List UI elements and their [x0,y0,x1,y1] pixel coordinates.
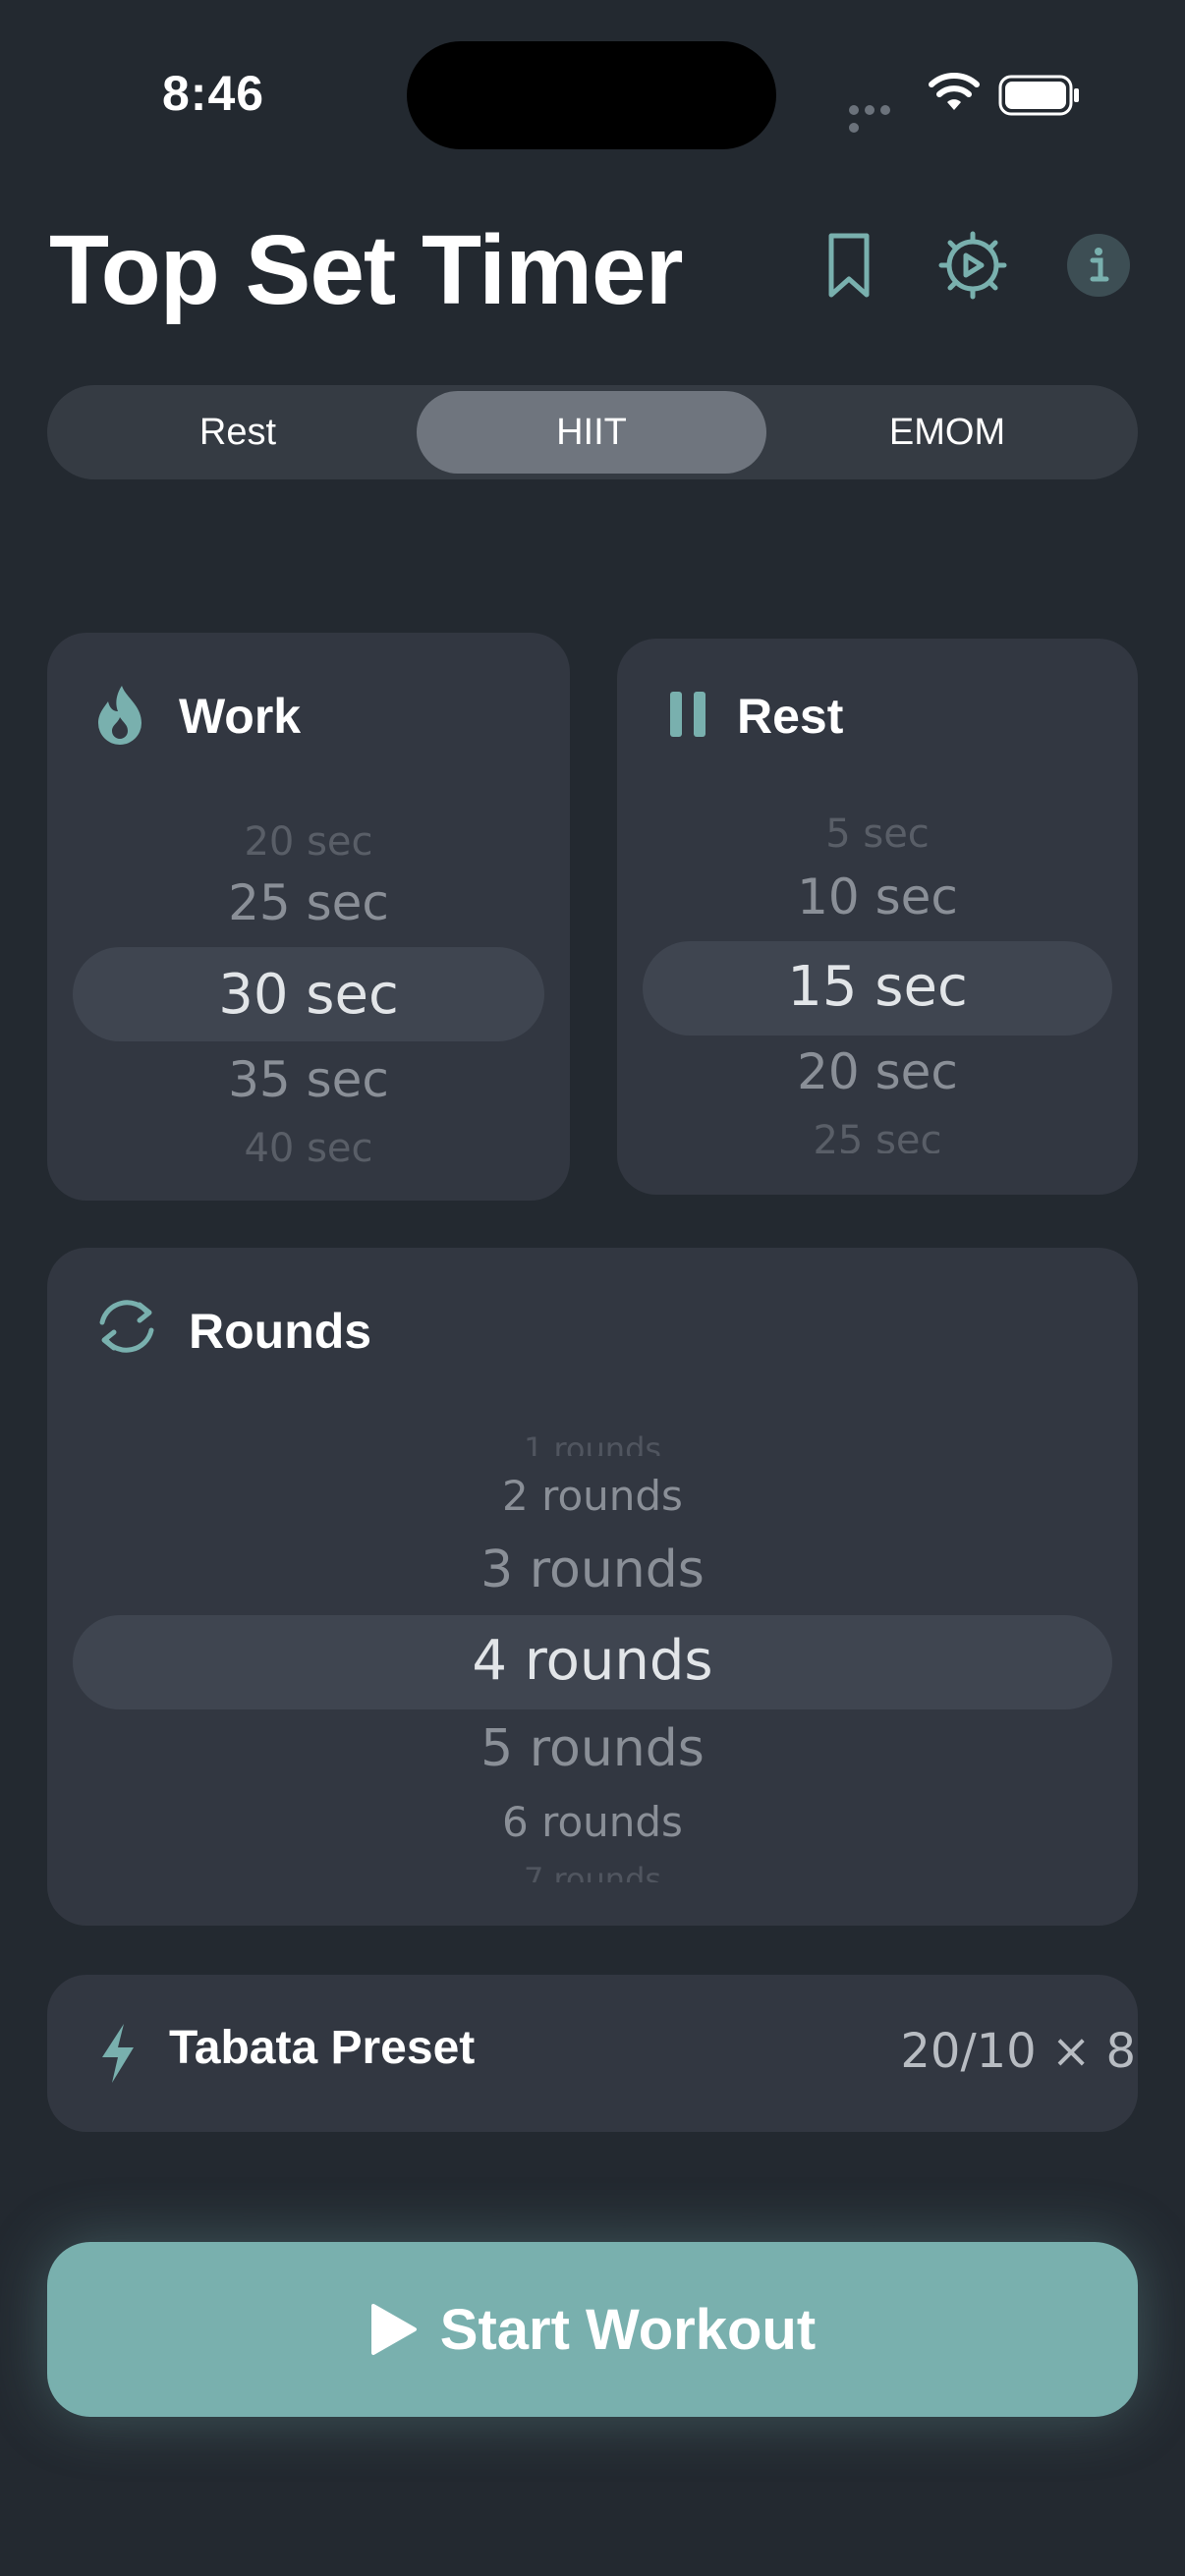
picker-option[interactable]: 6 rounds [47,1798,1138,1846]
battery-icon [998,75,1079,116]
picker-option-selected[interactable]: 15 sec [617,955,1138,1019]
wifi-icon [929,73,980,110]
start-workout-button[interactable]: Start Workout [47,2242,1138,2417]
work-label: Work [179,689,302,744]
cellular-signal-icon [849,102,910,133]
tab-hiit[interactable]: HIIT [417,391,766,474]
picker-option[interactable]: 35 sec [47,1051,570,1108]
start-workout-label: Start Workout [439,2297,817,2362]
bookmark-icon[interactable] [812,228,886,303]
bolt-icon [102,2024,134,2083]
picker-option[interactable]: 1 rounds [47,1430,1138,1456]
rounds-card: Rounds 1 rounds 2 rounds 3 rounds 4 roun… [47,1248,1138,1926]
picker-option-selected[interactable]: 30 sec [47,963,570,1027]
picker-option[interactable]: 25 sec [47,874,570,931]
picker-option[interactable]: 3 rounds [47,1540,1138,1599]
preset-value: 20/10 × 8 [900,2024,1136,2079]
flame-icon [98,686,141,745]
pause-icon [670,692,705,737]
tab-rest[interactable]: Rest [63,391,413,474]
picker-option[interactable]: 20 sec [47,819,570,865]
play-icon [370,2304,417,2355]
picker-option[interactable]: 20 sec [617,1043,1138,1100]
page-title: Top Set Timer [49,215,684,325]
tab-emom[interactable]: EMOM [772,391,1122,474]
picker-option[interactable]: 40 sec [47,1126,570,1165]
dynamic-island [407,41,776,149]
picker-option[interactable]: 25 sec [617,1118,1138,1153]
info-icon[interactable] [1061,228,1136,303]
picker-option[interactable]: 5 sec [617,812,1138,857]
picker-option[interactable]: 5 rounds [47,1719,1138,1778]
status-time: 8:46 [162,66,265,121]
picker-option-selected[interactable]: 4 rounds [47,1629,1138,1693]
preset-label: Tabata Preset [169,2022,476,2074]
mode-segmented-control: Rest HIIT EMOM [47,385,1138,479]
rounds-label: Rounds [189,1304,372,1359]
rest-card: Rest 5 sec 10 sec 15 sec 20 sec 25 sec [617,639,1138,1195]
work-card: Work 20 sec 25 sec 30 sec 35 sec 40 sec [47,633,570,1201]
picker-option[interactable]: 2 rounds [47,1472,1138,1520]
repeat-icon [99,1300,154,1353]
gear-icon[interactable] [935,228,1010,303]
picker-option[interactable]: 7 rounds [47,1861,1138,1882]
picker-option[interactable]: 10 sec [617,868,1138,925]
rest-label: Rest [737,689,844,744]
